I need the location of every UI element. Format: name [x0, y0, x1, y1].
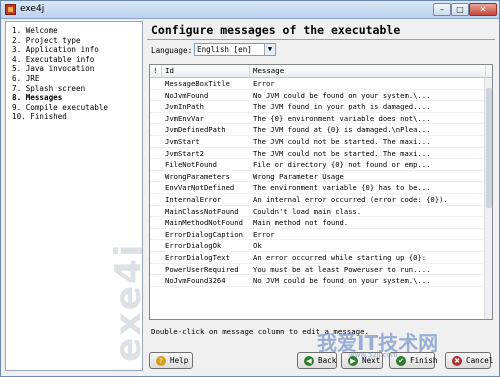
table-row[interactable]: MainMethodNotFound Main method not found.	[150, 217, 484, 229]
cell-message[interactable]: Couldn't load main class.	[250, 206, 484, 217]
table-row[interactable]: PowerUserRequired You must be at least Po…	[150, 264, 484, 276]
cell-id: ErrorDialogText	[165, 252, 230, 262]
table-header: ! Id Message	[150, 65, 492, 78]
table-row[interactable]: JvmDefinedPath The JVM found at {0} is da…	[150, 124, 484, 136]
back-label: Back	[318, 356, 337, 365]
cell-id: ErrorDialogOk	[165, 241, 222, 251]
cell-id: InternalError	[165, 194, 222, 204]
table-row[interactable]: NoJvmFound3264 No JVM could be found on y…	[150, 275, 484, 287]
app-window: exe4j – □ ✕ 1. Welcome 2. Project type 3…	[0, 0, 500, 377]
column-header-flag[interactable]: !	[150, 65, 162, 78]
cell-id: JvmStart2	[165, 148, 204, 158]
divider	[147, 39, 495, 40]
table-row[interactable]: JvmInPath The JVM found in your path is d…	[150, 101, 484, 113]
scrollbar-thumb[interactable]	[486, 88, 492, 208]
cell-message[interactable]: The JVM could not be started. The maxi..…	[250, 148, 484, 159]
table-row[interactable]: MessageBoxTitle Error	[150, 78, 484, 90]
cell-id: ErrorDialogCaption	[165, 229, 243, 239]
cell-id: JvmStart	[165, 136, 200, 146]
page-title: Configure messages of the executable	[151, 23, 401, 37]
table-row[interactable]: JvmStart The JVM could not be started. Th…	[150, 136, 484, 148]
arrow-left-icon: ◀	[304, 356, 314, 366]
table-row[interactable]: InternalError An internal error occurred …	[150, 194, 484, 206]
step-item[interactable]: 9. Compile executable	[12, 103, 142, 113]
cell-message[interactable]: The environment variable {0} has to be..…	[250, 182, 484, 193]
step-item[interactable]: 6. JRE	[12, 74, 142, 84]
cell-id: WrongParameters	[165, 171, 230, 181]
table-row[interactable]: WrongParameters Wrong Parameter Usage	[150, 171, 484, 183]
step-item-active[interactable]: 8. Messages	[12, 93, 142, 103]
help-label: Help	[170, 356, 189, 365]
vertical-scrollbar[interactable]	[484, 78, 492, 319]
table-row[interactable]: ErrorDialogCaption Error	[150, 229, 484, 241]
language-label: Language:	[151, 46, 193, 55]
chevron-down-icon[interactable]: ▼	[264, 44, 275, 55]
language-select[interactable]: English [en] ▼	[194, 43, 276, 56]
cancel-icon: ✖	[452, 356, 462, 366]
maximize-button[interactable]: □	[451, 3, 469, 16]
cell-message[interactable]: The JVM found in your path is damaged...…	[250, 101, 484, 112]
cell-id: JvmInPath	[165, 102, 204, 112]
cell-id: NoJvmFound	[165, 90, 209, 100]
table-row[interactable]: ErrorDialogText An error occurred while s…	[150, 252, 484, 264]
cell-id: JvmEnvVar	[165, 113, 204, 123]
cell-message[interactable]: You must be at least Poweruser to run...…	[250, 264, 484, 275]
cell-message[interactable]: Main method not found.	[250, 217, 484, 228]
finish-label: Finish	[410, 356, 438, 365]
close-button[interactable]: ✕	[469, 3, 497, 16]
cell-message[interactable]: An error occurred while starting up {0}:	[250, 252, 484, 263]
step-item[interactable]: 10. Finished	[12, 112, 142, 122]
step-item[interactable]: 5. Java invocation	[12, 64, 142, 74]
cell-id: PowerUserRequired	[165, 264, 239, 274]
cell-message[interactable]: No JVM could be found on your system.\..…	[250, 275, 484, 286]
step-item[interactable]: 4. Executable info	[12, 55, 142, 65]
cell-message[interactable]: The JVM could not be started. The maxi..…	[250, 136, 484, 147]
cell-message[interactable]: An internal error occurred (error code: …	[250, 194, 484, 205]
step-item[interactable]: 2. Project type	[12, 36, 142, 46]
cell-message[interactable]: Ok	[250, 240, 484, 251]
cell-message[interactable]: Error	[250, 78, 484, 89]
table-row[interactable]: JvmStart2 The JVM could not be started. T…	[150, 148, 484, 160]
step-item[interactable]: 1. Welcome	[12, 26, 142, 36]
cell-message[interactable]: No JVM could be found on your system.\..…	[250, 90, 484, 101]
help-icon: ?	[156, 356, 166, 366]
title-bar: exe4j – □ ✕	[1, 1, 499, 19]
step-item[interactable]: 3. Application info	[12, 45, 142, 55]
table-row[interactable]: JvmEnvVar The {0} environment variable do…	[150, 113, 484, 125]
table-row[interactable]: MainClassNotFound Couldn't load main clas…	[150, 206, 484, 218]
table-body: MessageBoxTitle Error NoJvmFound No JVM co…	[150, 78, 484, 287]
help-button[interactable]: ? Help	[149, 352, 193, 369]
step-item[interactable]: 7. Splash screen	[12, 84, 142, 94]
cell-id: JvmDefinedPath	[165, 125, 226, 135]
cell-message[interactable]: Wrong Parameter Usage	[250, 171, 484, 182]
column-header-message[interactable]: Message	[250, 65, 486, 78]
cell-message[interactable]: The {0} environment variable does not\..…	[250, 113, 484, 124]
steps-list: 1. Welcome 2. Project type 3. Applicatio…	[6, 22, 142, 122]
brand-logo: exe4j	[108, 242, 143, 362]
column-header-id[interactable]: Id	[162, 65, 250, 78]
cell-message[interactable]: Error	[250, 229, 484, 240]
cell-message[interactable]: File or directory {0} not found or emp..…	[250, 159, 484, 170]
cell-id: MainMethodNotFound	[165, 218, 243, 228]
table-row[interactable]: NoJvmFound No JVM could be found on your …	[150, 90, 484, 102]
watermark-url: www.52ij.com	[349, 351, 398, 359]
table-row[interactable]: ErrorDialogOk Ok	[150, 240, 484, 252]
cancel-button[interactable]: ✖ Cancel	[445, 352, 494, 369]
language-value: English [en]	[197, 45, 252, 54]
minimize-button[interactable]: –	[433, 3, 451, 16]
cell-id: EnvVarNotDefined	[165, 183, 235, 193]
app-icon	[5, 4, 16, 15]
window-title: exe4j	[20, 4, 45, 14]
cell-id: MessageBoxTitle	[165, 79, 230, 88]
cancel-label: Cancel	[466, 356, 494, 365]
steps-panel: 1. Welcome 2. Project type 3. Applicatio…	[5, 21, 143, 371]
table-row[interactable]: EnvVarNotDefined The environment variable…	[150, 182, 484, 194]
cell-id: NoJvmFound3264	[165, 276, 226, 286]
cell-id: MainClassNotFound	[165, 206, 239, 216]
cell-id: FileNotFound	[165, 160, 217, 170]
messages-table: ! Id Message MessageBoxTitle Error NoJvmF…	[149, 64, 493, 320]
cell-message[interactable]: The JVM found at {0} is damaged.\nPlea..…	[250, 124, 484, 135]
table-row[interactable]: FileNotFound File or directory {0} not fo…	[150, 159, 484, 171]
